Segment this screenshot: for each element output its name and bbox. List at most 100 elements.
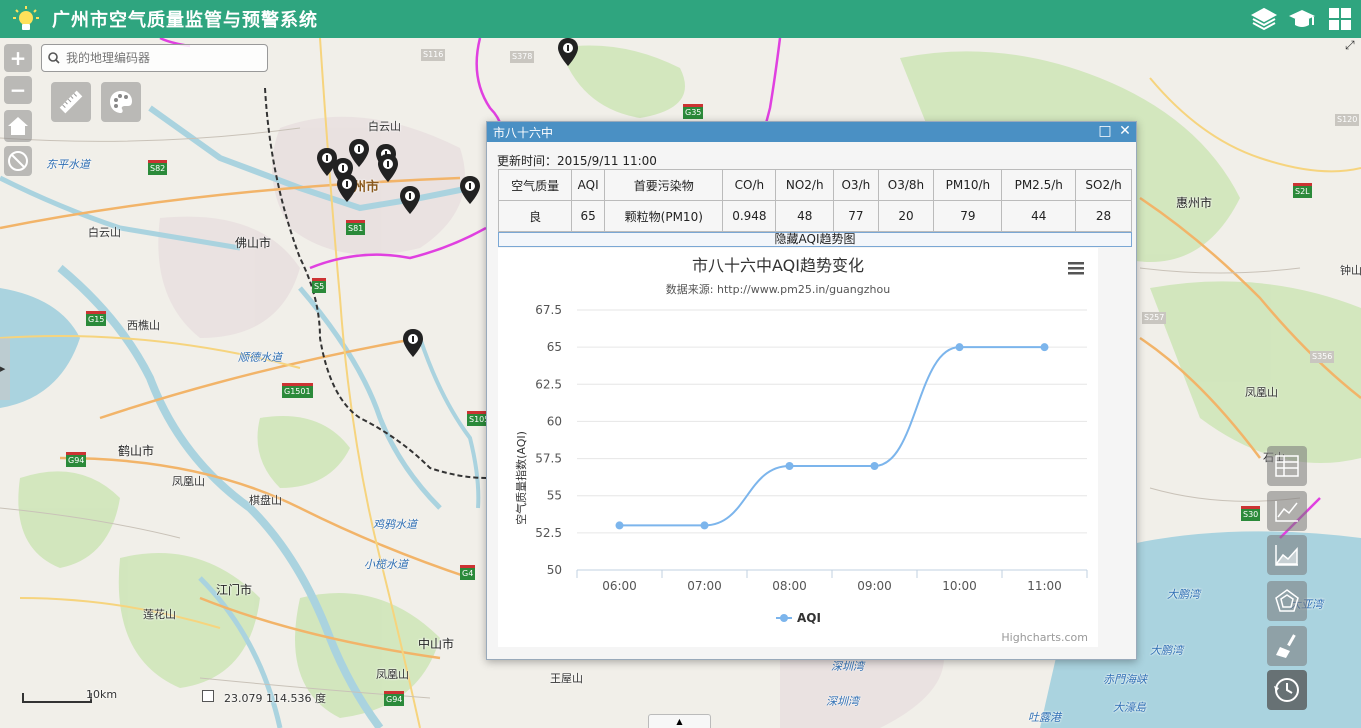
table-cell: 0.948: [722, 200, 777, 232]
y-tick-label: 62.5: [535, 377, 562, 391]
minus-icon: −: [9, 78, 27, 102]
place-heshan: 鹤山市: [118, 444, 155, 458]
table-tool-button[interactable]: [1267, 446, 1307, 486]
monitor-station-pin[interactable]: [403, 329, 423, 357]
place-fenghuangshan-2: 凤凰山: [1245, 386, 1278, 399]
side-panel-toggle[interactable]: ▶: [0, 338, 10, 400]
table-cell: 28: [1075, 200, 1132, 232]
place-huizhou: 惠州市: [1176, 196, 1213, 210]
maximize-icon[interactable]: □: [1098, 123, 1112, 139]
place-wangwushan: 王屋山: [550, 672, 583, 685]
x-tick-label: 06:00: [602, 579, 637, 593]
zoom-in-button[interactable]: +: [4, 44, 32, 72]
x-tick-label: 11:00: [1027, 579, 1062, 593]
table-header: O3/h: [833, 169, 879, 201]
locate-button[interactable]: [4, 146, 32, 176]
road-shield: S2L: [1293, 183, 1312, 198]
data-point[interactable]: [1040, 343, 1049, 352]
monitor-station-pin[interactable]: [378, 154, 398, 182]
expand-icon[interactable]: ⤢: [1345, 38, 1359, 52]
geocoder-search[interactable]: [41, 44, 268, 72]
data-point[interactable]: [615, 521, 624, 530]
table-header: O3/8h: [877, 169, 935, 201]
search-input[interactable]: [66, 51, 256, 65]
table-header: CO/h: [722, 169, 777, 201]
water-tulugang: 吐露港: [1028, 711, 1061, 724]
table-cell: 颗粒物(PM10): [604, 200, 724, 232]
palette-button[interactable]: [101, 82, 141, 122]
road-shield: S120: [1335, 114, 1360, 126]
data-point[interactable]: [870, 462, 879, 470]
monitor-station-pin[interactable]: [337, 174, 357, 202]
station-popup: 市八十六中 □ ✕ 更新时间：2015/9/11 11:00 空气质量 AQI …: [486, 121, 1137, 660]
table-header: PM10/h: [933, 169, 1003, 201]
water-shenzhenwan-2: 深圳湾: [826, 695, 859, 708]
road-shield: S378: [510, 51, 535, 63]
broom-icon: [1276, 634, 1296, 658]
place-zhongshan: 中山市: [418, 637, 455, 651]
aqi-trend-chart: 市八十六中AQI趋势变化 数据来源: http://www.pm25.in/gu…: [498, 248, 1098, 647]
water-chimenhaixia: 赤門海峡: [1103, 673, 1147, 686]
chart-credits[interactable]: Highcharts.com: [1001, 631, 1088, 644]
app-header: 广州市空气质量监管与预警系统: [0, 0, 1361, 38]
x-tick-label: 07:00: [687, 579, 722, 593]
table-header-row: 空气质量 AQI 首要污染物 CO/h NO2/h O3/h O3/8h PM1…: [497, 169, 1132, 201]
table-header: SO2/h: [1075, 169, 1132, 201]
chart-y-axis-label: 空气质量指数(AQI): [514, 431, 528, 525]
y-tick-label: 67.5: [535, 303, 562, 317]
chart-subtitle: 数据来源: http://www.pm25.in/guangzhou: [666, 282, 890, 296]
table-cell: 48: [775, 200, 835, 232]
data-point[interactable]: [955, 343, 964, 352]
bottom-panel-toggle[interactable]: ▲: [648, 714, 711, 728]
app-title: 广州市空气质量监管与预警系统: [52, 10, 318, 31]
table-cell: 44: [1001, 200, 1077, 232]
layers-icon[interactable]: [1249, 4, 1279, 34]
water-xiaolanshuidao: 小榄水道: [364, 558, 408, 571]
area-chart-icon: [1275, 545, 1298, 566]
place-baiyunshan-2: 白云山: [88, 226, 121, 239]
chart-legend[interactable]: AQI: [776, 611, 821, 625]
ruler-icon: [59, 90, 83, 114]
monitor-station-pin[interactable]: [558, 38, 578, 66]
legend-aqi: AQI: [797, 611, 821, 625]
popup-titlebar[interactable]: 市八十六中 □ ✕: [487, 122, 1136, 142]
data-point[interactable]: [700, 521, 709, 530]
sweep-tool-button[interactable]: [1267, 626, 1307, 666]
place-qipanshan: 棋盘山: [249, 494, 282, 507]
home-icon: [8, 117, 28, 135]
grid-icon[interactable]: [1325, 4, 1355, 34]
close-icon[interactable]: ✕: [1118, 123, 1132, 139]
monitor-station-pin[interactable]: [400, 186, 420, 214]
y-tick-label: 50: [547, 563, 562, 577]
graduation-cap-icon[interactable]: [1287, 4, 1317, 34]
updated-time: 更新时间：2015/9/11 11:00: [497, 154, 657, 168]
series-line-aqi: [619, 346, 1045, 527]
place-foshan: 佛山市: [235, 236, 272, 250]
home-button[interactable]: [4, 110, 32, 142]
area-tool-button[interactable]: [1267, 535, 1307, 575]
road-shield: S30: [1241, 506, 1261, 521]
coordinates-icon: [202, 690, 214, 702]
monitor-station-pin[interactable]: [460, 176, 480, 204]
palette-icon: [110, 91, 132, 113]
monitor-station-pin[interactable]: [349, 139, 369, 167]
radar-tool-button[interactable]: [1267, 581, 1307, 621]
chart-menu-icon[interactable]: [1068, 262, 1084, 275]
measure-button[interactable]: [51, 82, 91, 122]
table-header: AQI: [571, 169, 606, 201]
chart-svg: 市八十六中AQI趋势变化 数据来源: http://www.pm25.in/gu…: [514, 256, 1088, 644]
zoom-out-button[interactable]: −: [4, 76, 32, 104]
table-row: 良 65 颗粒物(PM10) 0.948 48 77 20 79 44 28: [497, 200, 1132, 232]
trend-tool-button[interactable]: [1267, 491, 1307, 531]
water-jiyashuidao: 鸡鸦水道: [373, 518, 417, 531]
water-shenzhenwan: 深圳湾: [831, 660, 864, 673]
data-point[interactable]: [785, 462, 794, 470]
road-shield: G94: [66, 452, 87, 467]
table-header: 空气质量: [497, 169, 573, 201]
radar-chart-icon: [1275, 589, 1299, 612]
no-location-icon: [8, 151, 28, 171]
x-tick-label: 09:00: [857, 579, 892, 593]
hide-chart-button[interactable]: 隐藏AQI趋势图: [498, 232, 1132, 247]
history-tool-button[interactable]: [1267, 670, 1307, 710]
table-icon: [1275, 455, 1299, 477]
